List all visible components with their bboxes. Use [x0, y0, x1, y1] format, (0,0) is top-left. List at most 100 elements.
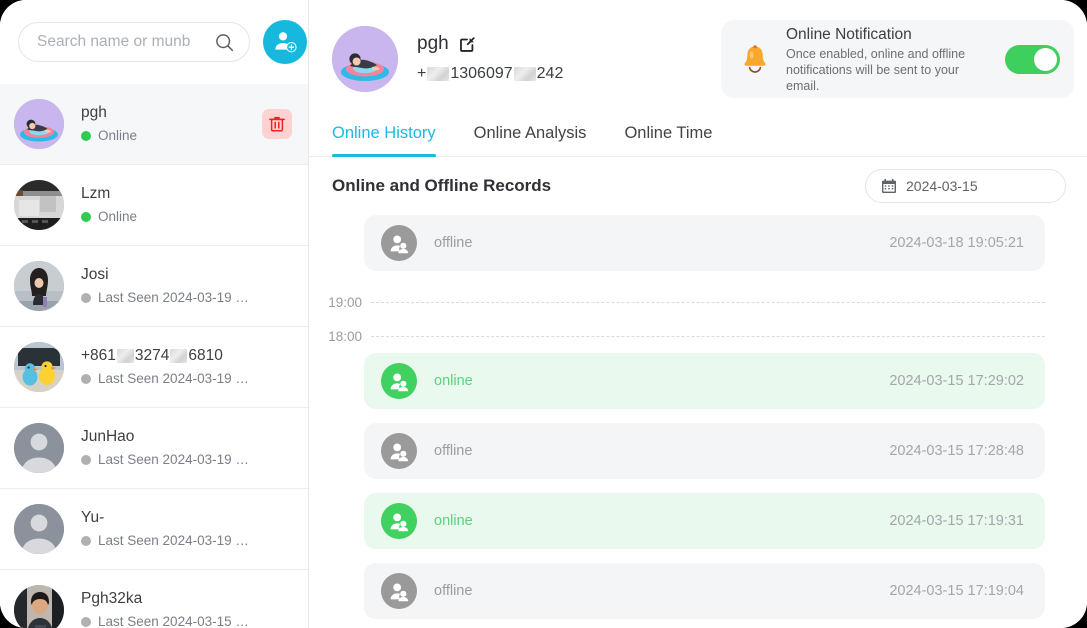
contact-status-label: Last Seen 2024-03-19 …	[98, 371, 249, 386]
profile-name-row: pgh	[417, 33, 563, 55]
records-header: Online and Offline Records 2024-03-15	[309, 157, 1087, 215]
contact-info: +861 3274 6810 Last Seen 2024-03-19 …	[81, 346, 292, 388]
timeline-record-row[interactable]: offline 2024-03-15 17:19:04	[364, 563, 1045, 619]
contact-status-label: Last Seen 2024-03-19 …	[98, 290, 249, 305]
tab-online-history[interactable]: Online History	[332, 123, 436, 157]
contact-info: Josi Last Seen 2024-03-19 …	[81, 265, 292, 307]
notification-description: Once enabled, online and offline notific…	[786, 47, 966, 93]
record-timestamp: 2024-03-15 17:28:48	[889, 443, 1024, 459]
timeline-hour-line	[371, 335, 1045, 337]
contact-name-redaction-1	[116, 348, 134, 363]
person-icon	[390, 443, 409, 462]
record-avatar	[381, 363, 417, 399]
status-dot	[81, 293, 91, 303]
timeline-list[interactable]: offline 2024-03-18 19:05:21 19:00 18:00 onl…	[309, 215, 1087, 628]
phone-prefix: +	[417, 65, 427, 82]
sidebar-search-bar	[0, 0, 308, 84]
tab-online-analysis[interactable]: Online Analysis	[474, 123, 587, 156]
edit-square-icon[interactable]	[459, 36, 476, 53]
phone-redaction-2	[513, 67, 536, 81]
contact-info: pgh Online	[81, 103, 262, 145]
profile-block: pgh + 1306097 242	[332, 20, 563, 92]
person-icon	[390, 583, 409, 602]
contact-list-item[interactable]: Yu- Last Seen 2024-03-19 …	[0, 489, 308, 570]
contact-status-label: Last Seen 2024-03-19 …	[98, 452, 249, 467]
avatar	[14, 342, 64, 392]
profile-header: pgh + 1306097 242 Online Notification On…	[309, 0, 1087, 110]
profile-phone: + 1306097 242	[417, 64, 563, 84]
contact-list-item[interactable]: pgh Online	[0, 84, 308, 165]
date-picker[interactable]: 2024-03-15	[865, 169, 1066, 203]
delete-contact-button[interactable]	[262, 109, 292, 139]
toggle-knob	[1034, 47, 1057, 71]
contact-list-item[interactable]: Pgh32ka Last Seen 2024-03-15 …	[0, 570, 308, 628]
timeline-hour-label: 19:00	[328, 294, 362, 310]
avatar-image-pgh	[332, 26, 398, 92]
contact-status: Last Seen 2024-03-19 …	[81, 451, 292, 469]
search-box[interactable]	[18, 22, 250, 62]
records-title: Online and Offline Records	[332, 176, 552, 195]
contact-status: Last Seen 2024-03-15 …	[81, 613, 292, 628]
status-dot	[81, 536, 91, 546]
avatar	[14, 261, 64, 311]
status-dot	[81, 212, 91, 222]
calendar-icon	[882, 178, 896, 193]
record-timestamp: 2024-03-18 19:05:21	[889, 235, 1024, 251]
contact-status: Last Seen 2024-03-19 …	[81, 370, 292, 388]
record-timestamp: 2024-03-15 17:29:02	[889, 373, 1024, 389]
contact-list-item[interactable]: JunHao Last Seen 2024-03-19 …	[0, 408, 308, 489]
record-state-label: online	[434, 373, 473, 389]
phone-redaction-1	[427, 67, 450, 81]
timeline-hour-mark: 19:00	[309, 285, 1066, 319]
timeline-record-row[interactable]: offline 2024-03-15 17:28:48	[364, 423, 1045, 479]
contact-status-label: Last Seen 2024-03-15 …	[98, 614, 249, 628]
contact-name: Pgh32ka	[81, 590, 143, 607]
tab-online-time[interactable]: Online Time	[624, 123, 712, 156]
status-dot	[81, 617, 91, 627]
phone-part-2: 242	[536, 65, 564, 82]
search-input[interactable]	[37, 33, 237, 51]
contact-info: Pgh32ka Last Seen 2024-03-15 …	[81, 589, 292, 628]
timeline-hour-label: 18:00	[328, 328, 362, 344]
timeline-record-row[interactable]: offline 2024-03-18 19:05:21	[364, 215, 1045, 271]
contact-name: Josi	[81, 266, 109, 283]
bell-icon	[744, 45, 766, 73]
contact-name: +861 3274 6810	[81, 347, 223, 364]
person-icon	[390, 373, 409, 392]
notification-text: Online Notification Once enabled, online…	[786, 24, 992, 94]
phone-part-1: 1306097	[450, 65, 513, 82]
contact-list-item[interactable]: +861 3274 6810 Last Seen 2024-03-19 …	[0, 327, 308, 408]
contact-info: Yu- Last Seen 2024-03-19 …	[81, 508, 292, 550]
record-avatar	[381, 433, 417, 469]
contact-status: Online	[81, 127, 262, 145]
record-avatar	[381, 573, 417, 609]
online-notification-toggle[interactable]	[1005, 44, 1060, 74]
page-title: pgh	[417, 33, 449, 54]
avatar	[14, 180, 64, 230]
timeline-record-row[interactable]: online 2024-03-15 17:29:02	[364, 353, 1045, 409]
notification-title: Online Notification	[786, 26, 912, 43]
avatar	[14, 585, 64, 628]
status-dot	[81, 374, 91, 384]
contact-status-label: Online	[98, 128, 138, 143]
main-panel: pgh + 1306097 242 Online Notification On…	[309, 0, 1087, 628]
status-dot	[81, 455, 91, 465]
online-notification-card: Online Notification Once enabled, online…	[721, 20, 1074, 98]
app-window: pghOnline LzmOnline JosiLast Seen 2024	[0, 0, 1087, 628]
avatar	[14, 504, 64, 554]
add-user-button[interactable]	[263, 20, 307, 64]
timeline-hour-mark: 18:00	[309, 319, 1066, 353]
contacts-sidebar: pghOnline LzmOnline JosiLast Seen 2024	[0, 0, 309, 628]
contact-status-label: Last Seen 2024-03-19 …	[98, 533, 249, 548]
contact-list-item[interactable]: Lzm Online	[0, 165, 308, 246]
contact-name: Lzm	[81, 185, 111, 202]
add-user-icon	[275, 32, 297, 53]
record-avatar	[381, 225, 417, 261]
profile-text: pgh + 1306097 242	[417, 26, 563, 84]
person-icon	[390, 513, 409, 532]
contact-name-redaction-2	[170, 348, 188, 363]
contact-list-item[interactable]: Josi Last Seen 2024-03-19 …	[0, 246, 308, 327]
contact-status: Last Seen 2024-03-19 …	[81, 532, 292, 550]
timeline-record-row[interactable]: online 2024-03-15 17:19:31	[364, 493, 1045, 549]
trash-icon	[269, 116, 285, 132]
